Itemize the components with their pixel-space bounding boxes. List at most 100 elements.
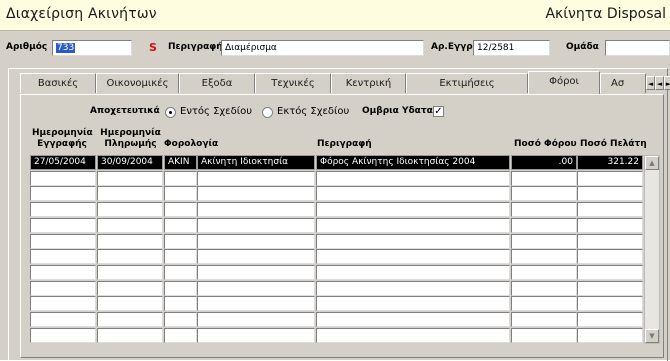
payment-date-cell[interactable] (97, 280, 163, 296)
tax-amount-cell[interactable] (511, 202, 577, 218)
tax-amount-cell[interactable] (511, 280, 577, 296)
tab-next[interactable]: Ασ (600, 73, 646, 93)
description-cell[interactable] (316, 202, 510, 218)
tax-amount-cell[interactable] (511, 186, 577, 202)
table-row[interactable] (0, 312, 643, 327)
payment-date-cell[interactable] (97, 202, 163, 218)
taxation-name-cell[interactable] (197, 217, 315, 233)
client-amount-cell[interactable] (577, 312, 643, 327)
taxation-code-cell[interactable] (164, 202, 197, 218)
s-button[interactable]: S (144, 40, 162, 56)
within-plan-radio[interactable] (165, 107, 176, 118)
client-amount-cell[interactable] (577, 233, 643, 249)
table-row[interactable]: 27/05/2004 30/09/2004 AKIN Ακίνητη Ιδιοκτησ… (0, 155, 643, 170)
table-row[interactable] (0, 296, 643, 312)
taxation-name-cell[interactable] (197, 264, 315, 280)
entry-date-cell[interactable] (30, 186, 96, 202)
description-cell[interactable] (316, 264, 510, 280)
table-row[interactable] (0, 202, 643, 218)
taxation-code-cell[interactable] (164, 296, 197, 312)
payment-date-cell[interactable] (97, 249, 163, 265)
taxation-name-cell[interactable] (197, 312, 315, 327)
taxation-code-cell[interactable] (164, 233, 197, 249)
taxation-code-cell[interactable]: AKIN (164, 155, 197, 170)
payment-date-cell[interactable] (97, 264, 163, 280)
entry-date-cell[interactable] (30, 233, 96, 249)
grid-scrollbar[interactable]: ▲ ▼ (644, 155, 660, 344)
entry-date-cell[interactable] (30, 202, 96, 218)
payment-date-cell[interactable] (97, 327, 163, 343)
table-row[interactable] (0, 217, 643, 233)
taxation-code-cell[interactable] (164, 327, 197, 343)
entry-date-cell[interactable] (30, 327, 96, 343)
description-cell[interactable] (316, 186, 510, 202)
entry-date-cell[interactable] (30, 312, 96, 327)
tax-amount-cell[interactable]: .00 (511, 155, 577, 170)
tab-technical[interactable]: Τεχνικές (255, 73, 331, 93)
taxation-code-cell[interactable] (164, 264, 197, 280)
payment-date-cell[interactable] (97, 170, 163, 186)
entry-date-cell[interactable]: 27/05/2004 (30, 155, 96, 170)
tab-next-icon[interactable]: ► (664, 76, 670, 90)
entry-date-cell[interactable] (30, 280, 96, 296)
taxation-code-cell[interactable] (164, 249, 197, 265)
tab-taxes[interactable]: Φόροι (528, 71, 600, 94)
entry-date-cell[interactable] (30, 296, 96, 312)
tax-amount-cell[interactable] (511, 264, 577, 280)
client-amount-cell[interactable] (577, 202, 643, 218)
payment-date-cell[interactable] (97, 186, 163, 202)
client-amount-cell[interactable] (577, 170, 643, 186)
client-amount-cell[interactable] (577, 186, 643, 202)
client-amount-cell[interactable] (577, 296, 643, 312)
tax-amount-cell[interactable] (511, 170, 577, 186)
taxation-name-cell[interactable] (197, 186, 315, 202)
tab-financial[interactable]: Οικονομικές (96, 73, 179, 93)
entry-date-cell[interactable] (30, 170, 96, 186)
table-row[interactable] (0, 186, 643, 202)
entry-date-cell[interactable] (30, 249, 96, 265)
description-cell[interactable] (316, 296, 510, 312)
tax-amount-cell[interactable] (511, 312, 577, 327)
description-cell[interactable] (316, 170, 510, 186)
taxation-code-cell[interactable] (164, 312, 197, 327)
tax-amount-cell[interactable] (511, 249, 577, 265)
taxation-name-cell[interactable] (197, 202, 315, 218)
tax-amount-cell[interactable] (511, 327, 577, 343)
entry-date-cell[interactable] (30, 264, 96, 280)
number-field[interactable]: 733 (52, 40, 132, 56)
table-row[interactable] (0, 249, 643, 265)
payment-date-cell[interactable] (97, 312, 163, 327)
taxation-code-cell[interactable] (164, 280, 197, 296)
taxation-name-cell[interactable] (197, 233, 315, 249)
tax-amount-cell[interactable] (511, 296, 577, 312)
table-row[interactable] (0, 327, 643, 343)
payment-date-cell[interactable] (97, 217, 163, 233)
table-row[interactable] (0, 233, 643, 249)
table-row[interactable] (0, 264, 643, 280)
tab-valuations[interactable]: Εκτιμήσεις (406, 73, 528, 93)
payment-date-cell[interactable]: 30/09/2004 (97, 155, 163, 170)
client-amount-cell[interactable] (577, 327, 643, 343)
description-cell[interactable] (316, 249, 510, 265)
description-field[interactable]: Διαμέρισμα (221, 40, 424, 56)
taxation-code-cell[interactable] (164, 170, 197, 186)
taxation-name-cell[interactable] (197, 249, 315, 265)
taxation-name-cell[interactable] (197, 327, 315, 343)
rainwater-checkbox[interactable]: ✓ (433, 106, 444, 117)
description-cell[interactable] (316, 233, 510, 249)
tax-amount-cell[interactable] (511, 217, 577, 233)
taxation-code-cell[interactable] (164, 186, 197, 202)
within-plan-label[interactable]: Εντός Σχεδίου (180, 106, 252, 117)
taxation-name-cell[interactable]: Ακίνητη Ιδιοκτησία (197, 155, 315, 170)
description-cell[interactable]: Φόρος Ακίνητης Ιδιοκτησίας 2004 (316, 155, 510, 170)
taxation-name-cell[interactable] (197, 296, 315, 312)
tab-basic[interactable]: Βασικές (20, 73, 96, 93)
outside-plan-radio[interactable] (262, 107, 273, 118)
entry-date-cell[interactable] (30, 217, 96, 233)
description-cell[interactable] (316, 280, 510, 296)
registry-field[interactable]: 12/2581 (473, 40, 550, 56)
payment-date-cell[interactable] (97, 296, 163, 312)
client-amount-cell[interactable] (577, 280, 643, 296)
client-amount-cell[interactable]: 321.22 (577, 155, 643, 170)
tab-first-icon[interactable]: ◄ (646, 76, 655, 90)
